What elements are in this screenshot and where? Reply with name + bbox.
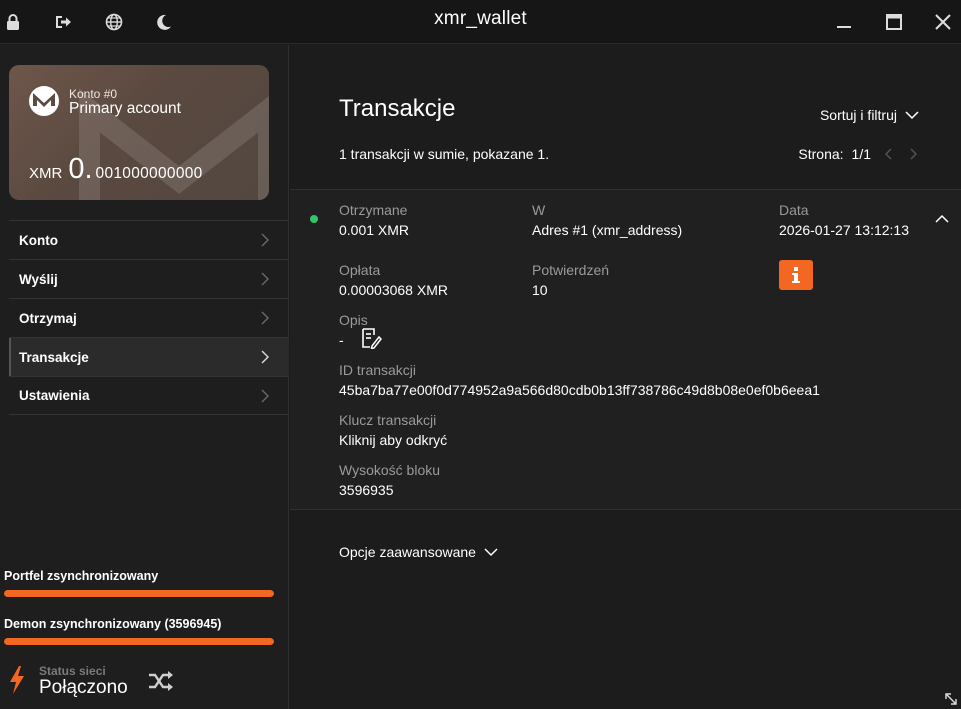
tx-description-row: - xyxy=(339,328,382,350)
pagination: Strona: 1/1 xyxy=(798,146,919,162)
sidebar-item-label: Otrzymaj xyxy=(19,310,77,326)
tx-description-value: - xyxy=(339,332,344,348)
tx-address-label: W xyxy=(532,202,546,218)
sidebar-item-label: Ustawienia xyxy=(19,388,90,403)
window-title: xmr_wallet xyxy=(434,8,527,29)
tx-description-label: Opis xyxy=(339,312,368,328)
tx-direction-label: Otrzymane xyxy=(339,202,408,218)
chevron-right-icon xyxy=(261,233,269,247)
chevron-right-icon xyxy=(261,272,269,286)
chevron-right-icon xyxy=(261,311,269,325)
tx-description: Opis - xyxy=(339,312,382,350)
daemon-sync-status: Demon zsynchronizowany (3596945) xyxy=(4,617,274,645)
sort-filter-button[interactable]: Sortuj i filtruj xyxy=(820,107,919,123)
tx-confirmations-value: 10 xyxy=(532,282,548,298)
balance-integer: 0. xyxy=(68,153,93,185)
sidebar-item-label: Transakcje xyxy=(19,349,89,365)
transactions-summary: 1 transakcji w sumie, pokazane 1. xyxy=(339,146,550,162)
close-button[interactable] xyxy=(929,9,957,35)
sidebar-item-ustawienia[interactable]: Ustawienia xyxy=(9,376,289,415)
page-value: 1/1 xyxy=(851,146,871,162)
advanced-options-label: Opcje zaawansowane xyxy=(339,544,476,560)
transaction-row[interactable]: Otrzymane 0.001 XMR W Adres #1 (xmr_addr… xyxy=(290,189,961,510)
sidebar-item-label: Wyślij xyxy=(19,271,58,287)
left-panel: Konto #0 Primary account XMR 0. 00100000… xyxy=(0,45,289,709)
tx-fee-label: Opłata xyxy=(339,262,381,278)
tx-date: Data 2026-01-27 13:12:13 xyxy=(779,202,909,238)
lightning-bolt-icon xyxy=(10,666,24,694)
daemon-sync-label: Demon zsynchronizowany (3596945) xyxy=(4,617,222,631)
lock-icon[interactable] xyxy=(2,11,24,33)
title-bar: xmr_wallet xyxy=(0,0,961,44)
tx-fee-value: 0.00003068 XMR xyxy=(339,282,448,298)
network-status-label: Status sieci xyxy=(39,664,106,678)
globe-icon[interactable] xyxy=(103,11,125,33)
tx-date-label: Data xyxy=(779,202,809,218)
account-card[interactable]: Konto #0 Primary account XMR 0. 00100000… xyxy=(9,65,269,200)
tx-address-value: Adres #1 (xmr_address) xyxy=(532,222,683,238)
page-title: Transakcje xyxy=(339,95,456,122)
tx-block-height-value: 3596935 xyxy=(339,482,394,498)
prev-page-icon[interactable] xyxy=(883,148,895,160)
edit-description-icon[interactable] xyxy=(360,327,382,350)
tx-key-label: Klucz transakcji xyxy=(339,412,437,428)
chevron-down-icon xyxy=(484,548,498,557)
tx-key-reveal-link[interactable]: Kliknij aby odkryć xyxy=(339,432,447,448)
tx-confirmations-label: Potwierdzeń xyxy=(532,262,610,278)
tx-date-value: 2026-01-27 13:12:13 xyxy=(779,222,909,238)
tx-confirmations: Potwierdzeń 10 xyxy=(532,262,609,298)
network-status-value: Połączono xyxy=(39,677,128,698)
sidebar-item-konto[interactable]: Konto xyxy=(9,220,289,259)
advanced-options-toggle[interactable]: Opcje zaawansowane xyxy=(339,544,498,560)
sidebar-item-label: Konto xyxy=(19,232,58,248)
tx-block-height: Wysokość bloku 3596935 xyxy=(339,462,440,498)
wallet-sync-status: Portfel zsynchronizowany xyxy=(4,569,274,597)
tx-id: ID transakcji 45ba7ba77e00f0d774952a9a56… xyxy=(339,362,820,398)
info-icon xyxy=(792,267,800,283)
page-label: Strona: xyxy=(798,146,844,162)
transactions-page: Transakcje Sortuj i filtruj 1 transakcji… xyxy=(290,45,961,709)
maximize-icon xyxy=(886,14,902,30)
tx-key: Klucz transakcji Kliknij aby odkryć xyxy=(339,412,447,448)
tx-block-height-label: Wysokość bloku xyxy=(339,462,441,478)
chevron-right-icon xyxy=(261,389,269,403)
tx-id-value[interactable]: 45ba7ba77e00f0d774952a9a566d80cdb0b13ff7… xyxy=(339,382,820,398)
account-name: Primary account xyxy=(69,100,181,117)
tx-fee: Opłata 0.00003068 XMR xyxy=(339,262,448,298)
maximize-button[interactable] xyxy=(880,9,908,35)
tx-info-button[interactable] xyxy=(779,260,813,290)
sidebar-item-otrzymaj[interactable]: Otrzymaj xyxy=(9,298,289,337)
wallet-sync-progress-fill xyxy=(4,590,274,597)
minimize-icon xyxy=(837,26,851,28)
monero-logo-icon xyxy=(29,86,59,116)
account-number: Konto #0 xyxy=(69,87,118,101)
account-balance: XMR 0. 001000000000 xyxy=(29,155,203,184)
shuffle-icon[interactable] xyxy=(148,670,174,692)
balance-fraction: 001000000000 xyxy=(95,165,203,182)
sidebar-item-transakcje[interactable]: Transakcje xyxy=(9,337,289,376)
next-page-icon[interactable] xyxy=(907,148,919,160)
network-status: Status sieci Połączono xyxy=(8,662,188,702)
daemon-sync-progress-fill xyxy=(4,638,274,645)
wallet-sync-label: Portfel zsynchronizowany xyxy=(4,569,159,583)
tx-id-label: ID transakcji xyxy=(339,362,417,378)
balance-currency: XMR xyxy=(29,165,63,182)
sort-filter-label: Sortuj i filtruj xyxy=(819,107,897,123)
tx-address: W Adres #1 (xmr_address) xyxy=(532,202,682,238)
status-dot xyxy=(310,215,318,223)
wallet-sync-progress-bar xyxy=(4,590,274,597)
daemon-sync-progress-bar xyxy=(4,638,274,645)
tx-direction: Otrzymane 0.001 XMR xyxy=(339,202,409,238)
moon-icon[interactable] xyxy=(153,11,175,33)
chevron-down-icon xyxy=(905,111,919,120)
sidebar-menu: Konto Wyślij Otrzymaj Transakcje Ustawie… xyxy=(9,220,289,415)
tx-amount: 0.001 XMR xyxy=(339,222,410,238)
chevron-up-icon[interactable] xyxy=(935,212,949,226)
resize-handle-icon[interactable] xyxy=(943,691,959,707)
sidebar-item-wyslij[interactable]: Wyślij xyxy=(9,259,289,298)
close-icon xyxy=(935,14,951,30)
chevron-right-icon xyxy=(261,350,269,364)
minimize-button[interactable] xyxy=(830,9,858,35)
logout-icon[interactable] xyxy=(52,11,74,33)
